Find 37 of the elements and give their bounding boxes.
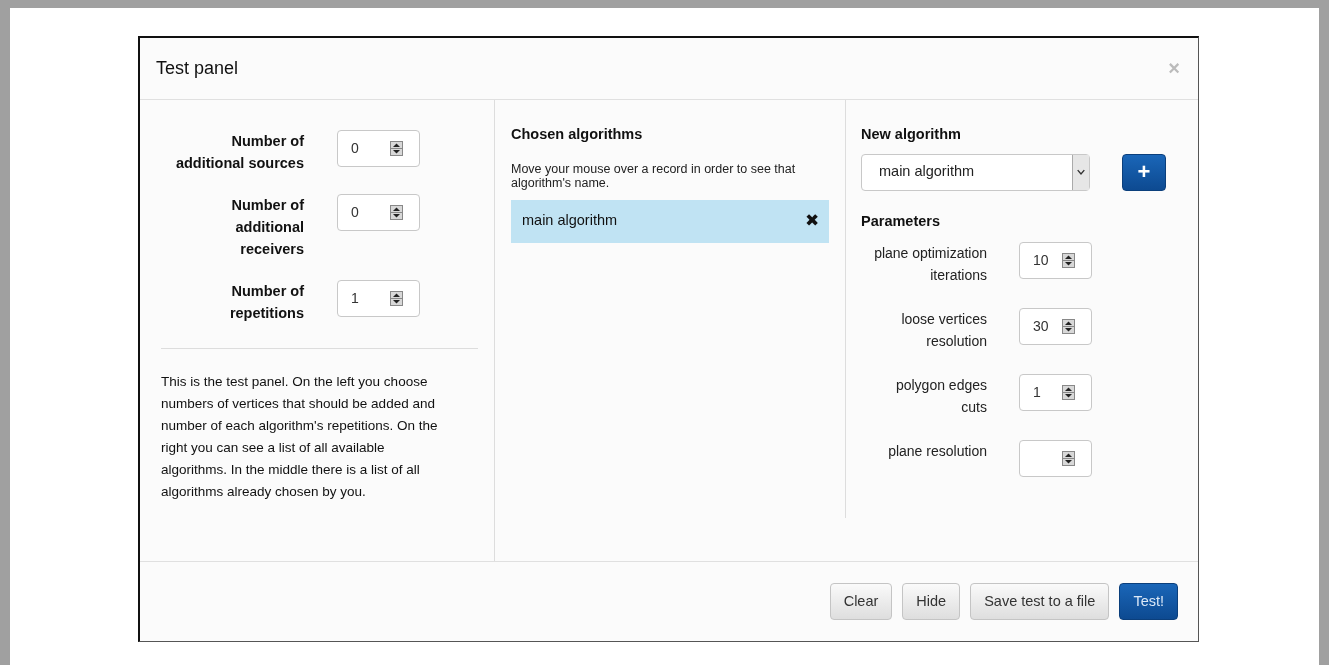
parameter-label: polygon edges cuts xyxy=(894,376,987,418)
dialog-title: Test panel xyxy=(156,56,239,80)
algorithm-record[interactable]: main algorithm ✖ xyxy=(511,199,829,243)
section-heading: Parameters xyxy=(861,211,941,231)
number-field[interactable] xyxy=(1019,440,1092,478)
footer-button[interactable]: Save test to a file xyxy=(970,583,1110,621)
spinner-icon[interactable] xyxy=(390,204,403,220)
number-field[interactable]: 10 xyxy=(1019,242,1092,280)
number-field[interactable]: 1 xyxy=(1019,374,1092,412)
spinner-icon[interactable] xyxy=(1062,253,1075,269)
parameter-label: plane resolution xyxy=(887,442,987,462)
spinner-icon[interactable] xyxy=(390,140,403,156)
section-heading: Chosen algorithms xyxy=(511,124,644,144)
hint-text: Move your mouse over a record in order to see that algorithm's name. xyxy=(511,161,797,190)
spinner-icon[interactable] xyxy=(1062,385,1075,401)
footer-button[interactable]: Test! xyxy=(1119,583,1178,621)
number-field[interactable]: 0 xyxy=(337,129,420,167)
number-field[interactable]: 30 xyxy=(1019,308,1092,346)
field-label: Number of additional receivers xyxy=(230,195,304,259)
add-button[interactable]: + xyxy=(1122,153,1166,191)
parameter-label: plane optimization iterations xyxy=(873,244,987,286)
field-label: Number of repetitions xyxy=(228,281,304,323)
remove-button[interactable]: ✖ xyxy=(805,208,819,234)
spinner-icon[interactable] xyxy=(1062,451,1075,467)
algorithm-select[interactable]: main algorithm xyxy=(861,153,1090,191)
spinner-icon[interactable] xyxy=(390,290,403,306)
section-heading: New algorithm xyxy=(861,124,962,144)
spinner-icon[interactable] xyxy=(1062,319,1075,335)
record-name: main algorithm xyxy=(522,211,618,231)
field-label: Number of additional sources xyxy=(174,131,304,173)
footer-button[interactable]: Clear xyxy=(829,583,893,621)
chevron-down-icon xyxy=(1072,154,1089,190)
footer-button[interactable]: Hide xyxy=(902,583,961,621)
description-text: This is the test panel. On the left you choose numbers of vertices that should be added and number of each algorithm's repetitions. On the right you can see a list of all available algorithms. In the middle there is a list of all algorithms already chosen by you. xyxy=(161,372,439,501)
parameter-label: loose vertices resolution xyxy=(900,310,987,352)
number-field[interactable]: 1 xyxy=(337,279,420,317)
number-field[interactable]: 0 xyxy=(337,193,420,231)
